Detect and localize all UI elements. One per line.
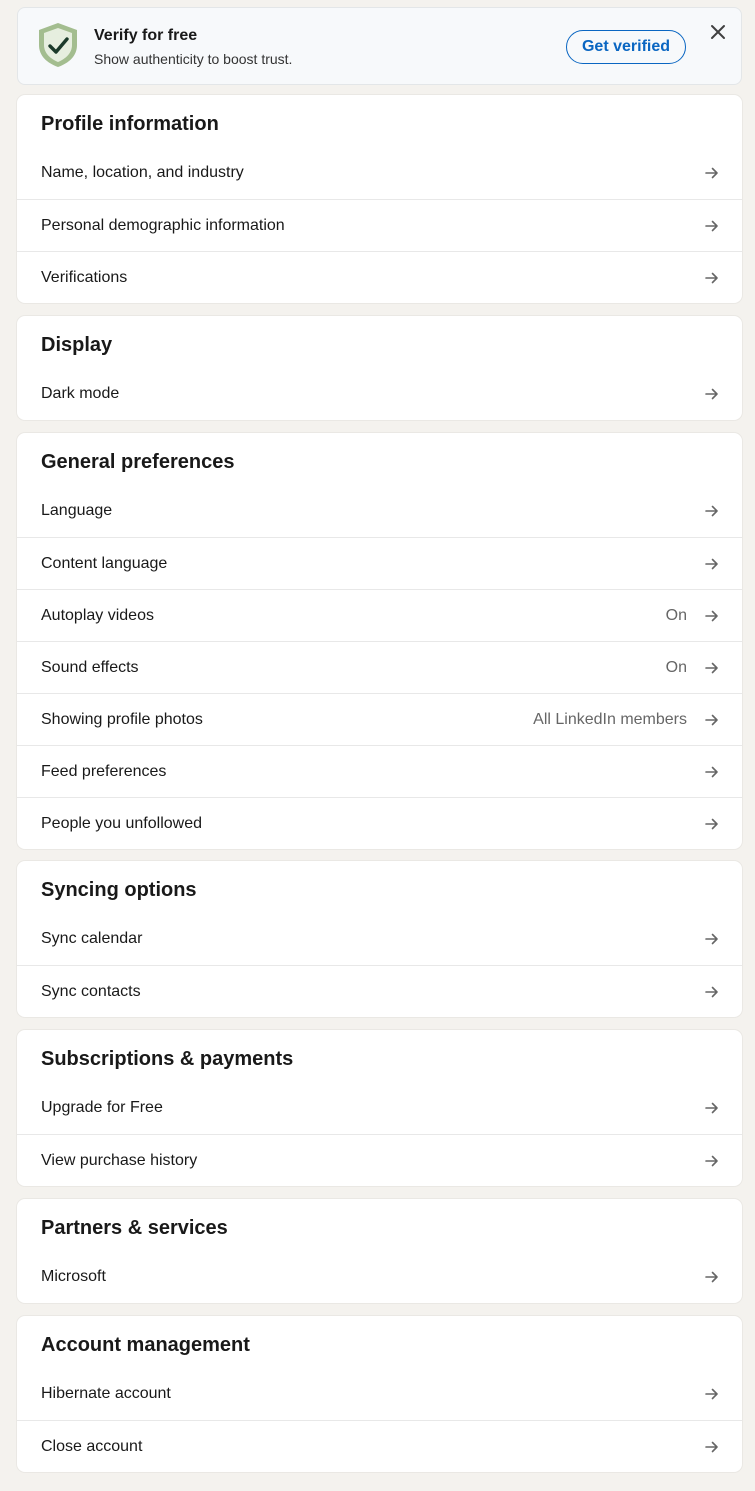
- settings-row-sound-effects[interactable]: Sound effects On: [17, 641, 742, 693]
- row-label: Sound effects: [41, 658, 139, 676]
- section-account-management: Account management Hibernate account Clo…: [17, 1316, 742, 1472]
- settings-row-sync-contacts[interactable]: Sync contacts: [17, 965, 742, 1017]
- settings-row-feed-preferences[interactable]: Feed preferences: [17, 745, 742, 797]
- settings-row-autoplay-videos[interactable]: Autoplay videos On: [17, 589, 742, 641]
- settings-row-name-location-industry[interactable]: Name, location, and industry: [17, 147, 742, 199]
- row-label: Hibernate account: [41, 1385, 171, 1402]
- settings-row-demographic-info[interactable]: Personal demographic information: [17, 199, 742, 251]
- section-title: Partners & services: [41, 1217, 228, 1239]
- arrow-right-icon: [705, 1271, 718, 1283]
- arrow-right-icon: [705, 388, 718, 400]
- section-title: Account management: [41, 1334, 250, 1356]
- arrow-right-icon: [705, 933, 718, 945]
- arrow-right-icon: [705, 220, 718, 231]
- settings-row-upgrade[interactable]: Upgrade for Free: [17, 1082, 742, 1134]
- row-label: View purchase history: [41, 1151, 198, 1169]
- settings-row-verifications[interactable]: Verifications: [17, 251, 742, 303]
- section-display: Display Dark mode: [17, 316, 742, 420]
- arrow-right-icon: [705, 610, 718, 621]
- row-label: People you unfollowed: [41, 814, 203, 832]
- arrow-right-icon: [705, 818, 718, 829]
- arrow-right-icon: [705, 662, 718, 673]
- section-partners-services: Partners & services Microsoft: [17, 1199, 742, 1303]
- arrow-right-icon: [705, 272, 718, 283]
- section-title: Subscriptions & payments: [41, 1048, 294, 1070]
- row-label: Sync contacts: [41, 982, 141, 1000]
- row-label: Upgrade for Free: [41, 1099, 163, 1116]
- row-label: Verifications: [41, 268, 128, 286]
- row-label: Showing profile photos: [41, 710, 203, 728]
- settings-row-close-account[interactable]: Close account: [17, 1420, 742, 1472]
- settings-row-showing-profile-photos[interactable]: Showing profile photos All LinkedIn memb…: [17, 693, 742, 745]
- row-label: Feed preferences: [41, 762, 167, 780]
- banner-title: Verify for free: [94, 27, 198, 44]
- banner-subtitle: Show authenticity to boost trust.: [94, 51, 293, 67]
- get-verified-button[interactable]: Get verified: [566, 30, 686, 64]
- verify-banner: Verify for free Show authenticity to boo…: [17, 7, 742, 85]
- row-label: Personal demographic information: [41, 216, 285, 234]
- arrow-right-icon: [705, 505, 718, 517]
- settings-row-content-language[interactable]: Content language: [17, 537, 742, 589]
- row-label: Microsoft: [41, 1268, 106, 1285]
- arrow-right-icon: [705, 167, 718, 179]
- settings-row-language[interactable]: Language: [17, 485, 742, 537]
- row-label: Dark mode: [41, 385, 120, 402]
- shield-check-icon: [39, 23, 77, 67]
- settings-row-people-unfollowed[interactable]: People you unfollowed: [17, 797, 742, 849]
- section-title: Syncing options: [41, 879, 197, 901]
- arrow-right-icon: [705, 1155, 718, 1166]
- arrow-right-icon: [705, 558, 718, 569]
- row-value: On: [665, 658, 687, 676]
- settings-row-purchase-history[interactable]: View purchase history: [17, 1134, 742, 1186]
- row-label: Content language: [41, 554, 168, 572]
- row-value: On: [665, 606, 687, 624]
- section-title: General preferences: [41, 451, 235, 473]
- arrow-right-icon: [705, 714, 718, 725]
- settings-row-hibernate-account[interactable]: Hibernate account: [17, 1368, 742, 1420]
- arrow-right-icon: [705, 1388, 718, 1400]
- section-profile-information: Profile information Name, location, and …: [17, 95, 742, 303]
- row-label: Autoplay videos: [41, 606, 154, 624]
- section-syncing-options: Syncing options Sync calendar Sync conta…: [17, 861, 742, 1017]
- settings-row-dark-mode[interactable]: Dark mode: [17, 368, 742, 420]
- row-value: All LinkedIn members: [533, 710, 687, 728]
- close-icon[interactable]: [707, 21, 729, 43]
- arrow-right-icon: [705, 986, 718, 997]
- row-label: Language: [41, 502, 113, 519]
- section-general-preferences: General preferences Language Content lan…: [17, 433, 742, 849]
- section-title: Display: [41, 334, 113, 356]
- settings-row-sync-calendar[interactable]: Sync calendar: [17, 913, 742, 965]
- row-label: Sync calendar: [41, 930, 143, 947]
- settings-row-microsoft[interactable]: Microsoft: [17, 1251, 742, 1303]
- arrow-right-icon: [705, 1441, 718, 1452]
- row-label: Close account: [41, 1437, 143, 1455]
- arrow-right-icon: [705, 1102, 718, 1114]
- arrow-right-icon: [705, 766, 718, 777]
- row-label: Name, location, and industry: [41, 164, 244, 181]
- section-title: Profile information: [41, 113, 219, 135]
- section-subscriptions-payments: Subscriptions & payments Upgrade for Fre…: [17, 1030, 742, 1186]
